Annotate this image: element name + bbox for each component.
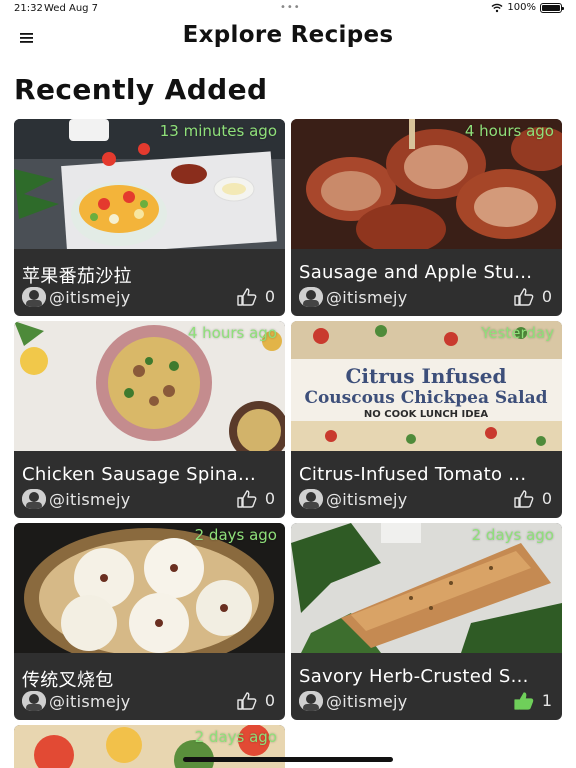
like-button[interactable]: 0: [237, 287, 275, 306]
like-count: 0: [541, 287, 552, 306]
recipe-title: Savory Herb-Crusted S...: [299, 666, 529, 687]
recipe-time: 2 days ago: [194, 728, 277, 746]
battery-icon: [540, 2, 564, 13]
status-bar: 21:32 Wed Aug 7 ••• 100%: [0, 0, 576, 18]
username: @itismejy: [49, 287, 131, 307]
like-count: 0: [264, 287, 275, 306]
home-indicator[interactable]: [183, 757, 393, 762]
image-text-line1: Citrus Infused: [345, 364, 506, 388]
avatar: [22, 287, 46, 307]
username: @itismejy: [49, 691, 131, 711]
like-button[interactable]: 0: [514, 489, 552, 508]
avatar: [299, 691, 323, 711]
wifi-icon: [491, 3, 503, 12]
recipe-author[interactable]: @itismejy: [299, 691, 408, 711]
recipe-author[interactable]: @itismejy: [22, 691, 131, 711]
like-button[interactable]: 0: [514, 287, 552, 306]
like-count: 0: [541, 489, 552, 508]
image-text-line3: NO COOK LUNCH IDEA: [364, 409, 488, 420]
recipe-title: Citrus-Infused Tomato ...: [299, 464, 527, 485]
recipe-card[interactable]: Citrus Infused Couscous Chickpea Salad N…: [291, 321, 562, 518]
avatar: [299, 489, 323, 509]
status-date: Wed Aug 7: [44, 3, 99, 14]
username: @itismejy: [326, 287, 408, 307]
thumbs-up-icon: [237, 489, 257, 508]
recipe-author[interactable]: @itismejy: [22, 489, 131, 509]
nav-bar: Explore Recipes: [0, 18, 576, 58]
like-button[interactable]: 1: [514, 691, 552, 710]
recipe-card[interactable]: 4 hours ago Chicken Sausage Spina... @it…: [14, 321, 285, 518]
recipe-title: Sausage and Apple Stu...: [299, 262, 533, 283]
recipe-time: Yesterday: [481, 324, 554, 342]
recipe-card[interactable]: 2 days ago 传统叉烧包 @itismejy 0: [14, 523, 285, 720]
like-count: 1: [541, 691, 552, 710]
recipe-time: 4 hours ago: [464, 122, 554, 140]
recipe-author[interactable]: @itismejy: [299, 489, 408, 509]
recipe-time: 13 minutes ago: [159, 122, 277, 140]
battery-fill: [542, 4, 560, 11]
multitasking-dots-icon[interactable]: •••: [280, 2, 301, 13]
thumbs-up-icon: [514, 287, 534, 306]
recipe-author[interactable]: @itismejy: [299, 287, 408, 307]
recipe-title: Chicken Sausage Spina...: [22, 464, 257, 485]
status-indicators: 100%: [491, 2, 564, 13]
like-count: 0: [264, 691, 275, 710]
recipe-time: 2 days ago: [471, 526, 554, 544]
username: @itismejy: [49, 489, 131, 509]
recipe-card[interactable]: 13 minutes ago 苹果番茄沙拉 @itismejy 0: [14, 119, 285, 316]
recipe-title: 苹果番茄沙拉: [22, 266, 132, 287]
battery-percent: 100%: [507, 2, 536, 13]
username: @itismejy: [326, 691, 408, 711]
username: @itismejy: [326, 489, 408, 509]
avatar: [22, 489, 46, 509]
recipe-title: 传统叉烧包: [22, 670, 114, 691]
image-text-line2: Couscous Chickpea Salad: [304, 388, 547, 408]
like-button[interactable]: 0: [237, 489, 275, 508]
recipe-time: 4 hours ago: [187, 324, 277, 342]
thumbs-up-filled-icon: [514, 691, 534, 710]
section-title: Recently Added: [14, 73, 268, 106]
recipe-time: 2 days ago: [194, 526, 277, 544]
thumbs-up-icon: [514, 489, 534, 508]
like-button[interactable]: 0: [237, 691, 275, 710]
recipe-card[interactable]: 2 days ago Savory Herb-Crusted S... @iti…: [291, 523, 562, 720]
recipe-card[interactable]: 4 hours ago Sausage and Apple Stu... @it…: [291, 119, 562, 316]
recipe-author[interactable]: @itismejy: [22, 287, 131, 307]
page-title: Explore Recipes: [182, 22, 394, 48]
status-time: 21:32: [14, 3, 43, 14]
like-count: 0: [264, 489, 275, 508]
thumbs-up-icon: [237, 691, 257, 710]
avatar: [22, 691, 46, 711]
avatar: [299, 287, 323, 307]
thumbs-up-icon: [237, 287, 257, 306]
